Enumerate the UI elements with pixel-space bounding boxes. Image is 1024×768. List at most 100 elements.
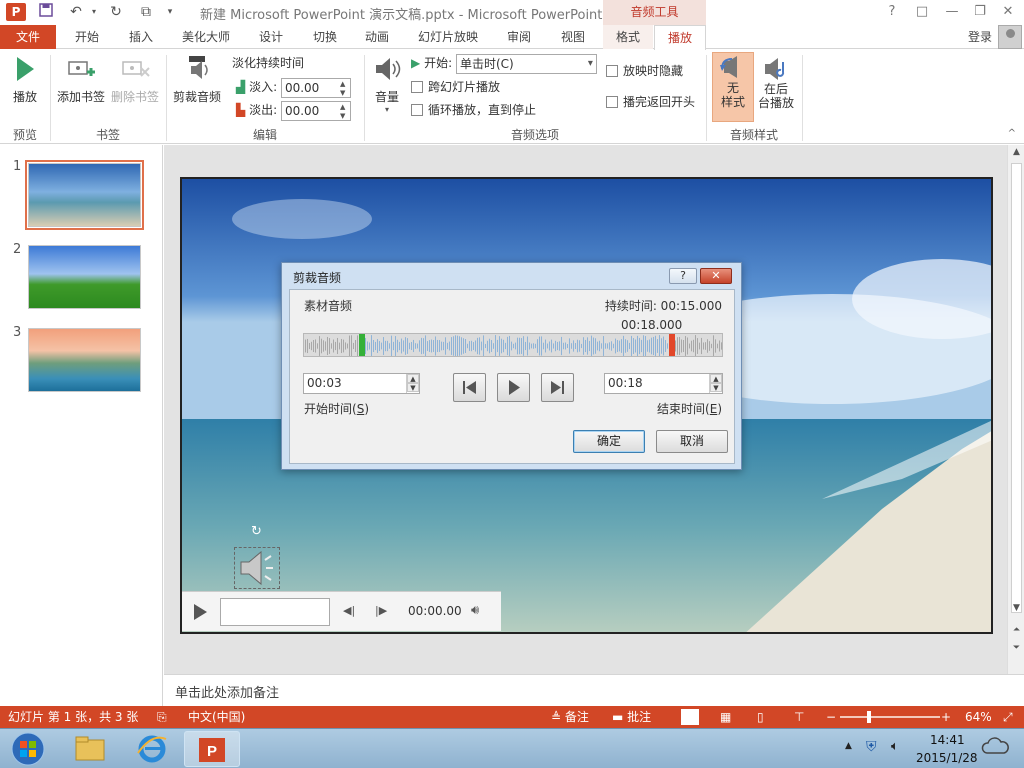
customize-quick-access-icon[interactable]: ▾ (160, 3, 180, 21)
spin-down-icon[interactable]: ▼ (340, 89, 348, 97)
tab-review[interactable]: 审阅 (494, 25, 544, 49)
clock-date[interactable]: 2015/1/28 (916, 751, 978, 765)
start-button[interactable] (0, 731, 56, 767)
player-volume-icon[interactable]: 🔊︎ (471, 603, 479, 618)
onedrive-cloud-icon[interactable] (980, 735, 1010, 760)
tab-playback[interactable]: 播放 (654, 25, 706, 50)
spin-up-icon[interactable]: ▲ (710, 374, 722, 383)
sign-in-link[interactable]: 登录 (968, 28, 992, 45)
slide-thumbnail-2[interactable] (28, 245, 141, 309)
scrollbar-thumb[interactable] (1011, 163, 1022, 613)
tab-format[interactable]: 格式 (603, 25, 653, 49)
slideshow-from-start-icon[interactable]: ⧉ (136, 3, 156, 21)
play-across-slides-option[interactable]: 跨幻灯片播放 (411, 77, 500, 97)
vertical-scrollbar[interactable]: ▲ ▼ ⏶ ⏷ (1007, 145, 1024, 674)
start-time-stepper[interactable]: ▲ ▼ (406, 374, 419, 393)
spin-down-icon[interactable]: ▼ (407, 383, 419, 392)
restore-icon[interactable]: ❐ (966, 2, 994, 22)
end-time-input[interactable]: 00:18 ▲ ▼ (604, 373, 723, 394)
spelling-check-icon[interactable]: ⎘ (157, 706, 167, 728)
slide-thumbnail-1[interactable] (25, 160, 144, 230)
show-hidden-icons[interactable]: ▲ (845, 741, 852, 751)
hide-during-show-checkbox[interactable] (606, 65, 618, 77)
zoom-level[interactable]: 64% (965, 706, 992, 728)
next-slide-icon[interactable]: ⏷ (1010, 643, 1023, 653)
audio-waveform[interactable] (303, 333, 723, 357)
zoom-slider-thumb[interactable] (867, 711, 871, 723)
save-icon[interactable] (36, 3, 56, 21)
start-select[interactable]: 单击时(C) (455, 53, 597, 74)
play-preview-button[interactable] (497, 373, 530, 402)
previous-frame-button[interactable] (453, 373, 486, 402)
collapse-ribbon-icon[interactable]: ^ (1008, 128, 1016, 139)
dialog-close-button[interactable]: ✕ (700, 268, 732, 284)
close-icon[interactable]: ✕ (994, 2, 1022, 22)
normal-view-icon[interactable] (681, 709, 699, 725)
player-seek-forward-icon[interactable]: |▶ (375, 604, 387, 617)
trim-audio-button[interactable]: 剪裁音频 (170, 54, 224, 105)
end-trim-handle[interactable] (669, 334, 675, 356)
undo-icon[interactable]: ↶ (66, 3, 86, 21)
play-in-background-button[interactable]: 在后 台播放 (756, 56, 796, 110)
play-across-slides-checkbox[interactable] (411, 81, 423, 93)
next-frame-button[interactable] (541, 373, 574, 402)
spin-up-icon[interactable]: ▲ (340, 80, 348, 88)
slideshow-view-icon[interactable]: ⊤ (794, 706, 804, 728)
zoom-in-icon[interactable]: + (941, 706, 951, 728)
scroll-down-icon[interactable]: ▼ (1010, 603, 1023, 613)
fade-in-input[interactable]: 00.00 ▲ ▼ (280, 77, 351, 98)
remove-bookmark-button[interactable]: 删除书签 (110, 54, 160, 105)
slide-sorter-icon[interactable]: ▦ (720, 706, 731, 728)
clock-time[interactable]: 14:41 (930, 733, 965, 747)
tab-design[interactable]: 设计 (246, 25, 296, 49)
slide-thumbnail-3[interactable] (28, 328, 141, 392)
taskbar-file-explorer[interactable] (62, 731, 118, 767)
volume-tray-icon[interactable]: 🔈︎ (891, 739, 899, 754)
powerpoint-app-icon[interactable]: P (6, 3, 26, 21)
tab-animations[interactable]: 动画 (352, 25, 402, 49)
reading-view-icon[interactable]: ▯ (757, 706, 764, 728)
scroll-up-icon[interactable]: ▲ (1010, 147, 1023, 157)
no-style-button[interactable]: 无 样式 (712, 52, 754, 122)
ribbon-display-options-icon[interactable]: □ (908, 2, 936, 22)
rewind-checkbox[interactable] (606, 96, 618, 108)
player-seek-back-icon[interactable]: ◀| (343, 604, 355, 617)
security-shield-icon[interactable]: ⛨ (866, 739, 877, 755)
end-time-stepper[interactable]: ▲ ▼ (709, 374, 722, 393)
previous-slide-icon[interactable]: ⏶ (1010, 625, 1023, 635)
play-button[interactable]: 播放 (8, 54, 42, 105)
taskbar-powerpoint[interactable]: P (184, 731, 240, 767)
loop-checkbox[interactable] (411, 104, 423, 116)
tab-view[interactable]: 视图 (548, 25, 598, 49)
comments-toggle[interactable]: ▬ 批注 (612, 706, 651, 728)
tab-slideshow[interactable]: 幻灯片放映 (410, 25, 486, 49)
loop-option[interactable]: 循环播放，直到停止 (411, 100, 536, 120)
language-status[interactable]: 中文(中国) (188, 706, 245, 728)
player-play-icon[interactable] (192, 603, 208, 624)
ok-button[interactable]: 确定 (573, 430, 645, 453)
rewind-option[interactable]: 播完返回开头 (606, 92, 695, 112)
spin-up-icon[interactable]: ▲ (340, 103, 348, 111)
add-bookmark-button[interactable]: 添加书签 (56, 54, 106, 105)
spin-up-icon[interactable]: ▲ (407, 374, 419, 383)
zoom-slider[interactable] (840, 716, 940, 718)
undo-dropdown-icon[interactable]: ▾ (84, 3, 104, 21)
help-icon[interactable]: ? (878, 2, 906, 22)
hide-during-show-option[interactable]: 放映时隐藏 (606, 61, 683, 81)
audio-object[interactable]: ↻ (234, 524, 280, 589)
tab-insert[interactable]: 插入 (116, 25, 166, 49)
fit-to-window-icon[interactable]: ⤢ (1003, 706, 1013, 728)
fade-out-input[interactable]: 00.00 ▲ ▼ (280, 100, 351, 121)
start-trim-handle[interactable] (359, 334, 365, 356)
rotate-handle-icon[interactable]: ↻ (251, 524, 262, 539)
taskbar-internet-explorer[interactable] (124, 731, 180, 767)
notes-toggle[interactable]: ≜ 备注 (551, 706, 589, 728)
spin-down-icon[interactable]: ▼ (710, 383, 722, 392)
volume-button[interactable]: 音量 ▾ (370, 54, 404, 114)
notes-pane[interactable]: 单击此处添加备注 (164, 674, 1024, 706)
redo-icon[interactable]: ↻ (106, 3, 126, 21)
avatar[interactable] (998, 25, 1022, 49)
spin-down-icon[interactable]: ▼ (340, 112, 348, 120)
tab-home[interactable]: 开始 (62, 25, 112, 49)
tab-file[interactable]: 文件 (0, 25, 56, 49)
